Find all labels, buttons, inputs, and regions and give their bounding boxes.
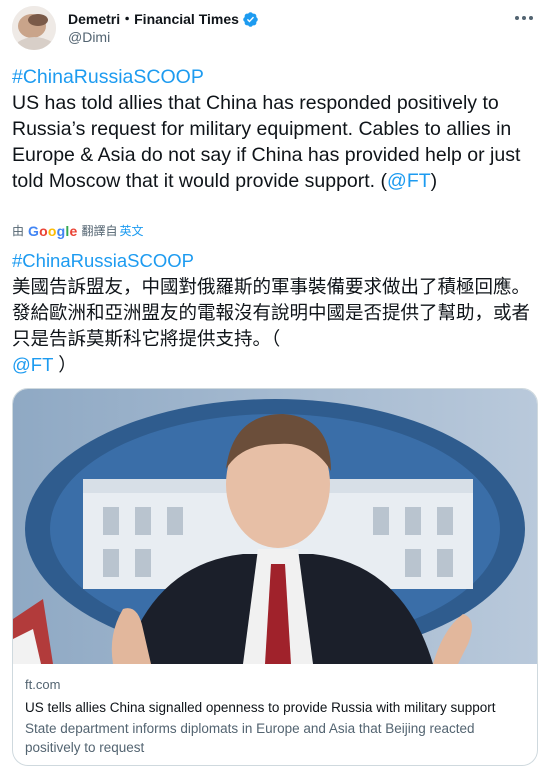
tweet-body: #ChinaRussiaSCOOP US has told allies tha… <box>12 64 537 194</box>
card-meta: ft.com US tells allies China signalled o… <box>25 676 525 757</box>
handle[interactable]: @Dimi <box>68 29 110 45</box>
hashtag-link[interactable]: #ChinaRussiaSCOOP <box>12 66 204 88</box>
translated-hashtag-link[interactable]: #ChinaRussiaSCOOP <box>12 250 194 271</box>
translated-from-label: 翻譯自 <box>81 224 118 238</box>
avatar-image <box>12 6 56 50</box>
name-row: Demetri・Financial Times <box>68 9 259 29</box>
translated-text: #ChinaRussiaSCOOP 美國告訴盟友，中國對俄羅斯的軍事裝備要求做出… <box>12 248 537 378</box>
more-options-icon[interactable] <box>513 8 535 28</box>
mention-suffix: ) <box>430 170 438 192</box>
card-domain: ft.com <box>25 677 61 692</box>
display-name[interactable]: Demetri・Financial Times <box>68 9 239 29</box>
translated-by-label: 由 <box>12 224 25 238</box>
card-title: US tells allies China signalled openness… <box>25 700 496 715</box>
avatar[interactable] <box>12 6 56 50</box>
translated-mention-suffix: ） <box>58 354 77 375</box>
tweet-header: Demetri・Financial Times @Dimi <box>12 6 539 54</box>
card-description: State department informs diplomats in Eu… <box>25 721 475 755</box>
google-logo: Google <box>28 222 78 239</box>
tweet-text: #ChinaRussiaSCOOP US has told allies tha… <box>12 64 537 194</box>
source-language-link[interactable]: 英文 <box>120 222 144 239</box>
link-card[interactable]: ft.com US tells allies China signalled o… <box>12 388 538 766</box>
card-image <box>13 389 537 664</box>
translation-attribution: 由 Google 翻譯自 英文 <box>12 222 144 239</box>
translated-mention-link[interactable]: @FT <box>12 354 53 375</box>
translated-body: #ChinaRussiaSCOOP 美國告訴盟友，中國對俄羅斯的軍事裝備要求做出… <box>12 248 537 378</box>
mention-link[interactable]: @FT <box>387 170 431 192</box>
tweet-body-text: US has told allies that China has respon… <box>12 92 521 192</box>
translated-body-text: 美國告訴盟友，中國對俄羅斯的軍事裝備要求做出了積極回應。發給歐洲和亞洲盟友的電報… <box>12 276 531 349</box>
verified-badge-icon <box>243 11 258 27</box>
